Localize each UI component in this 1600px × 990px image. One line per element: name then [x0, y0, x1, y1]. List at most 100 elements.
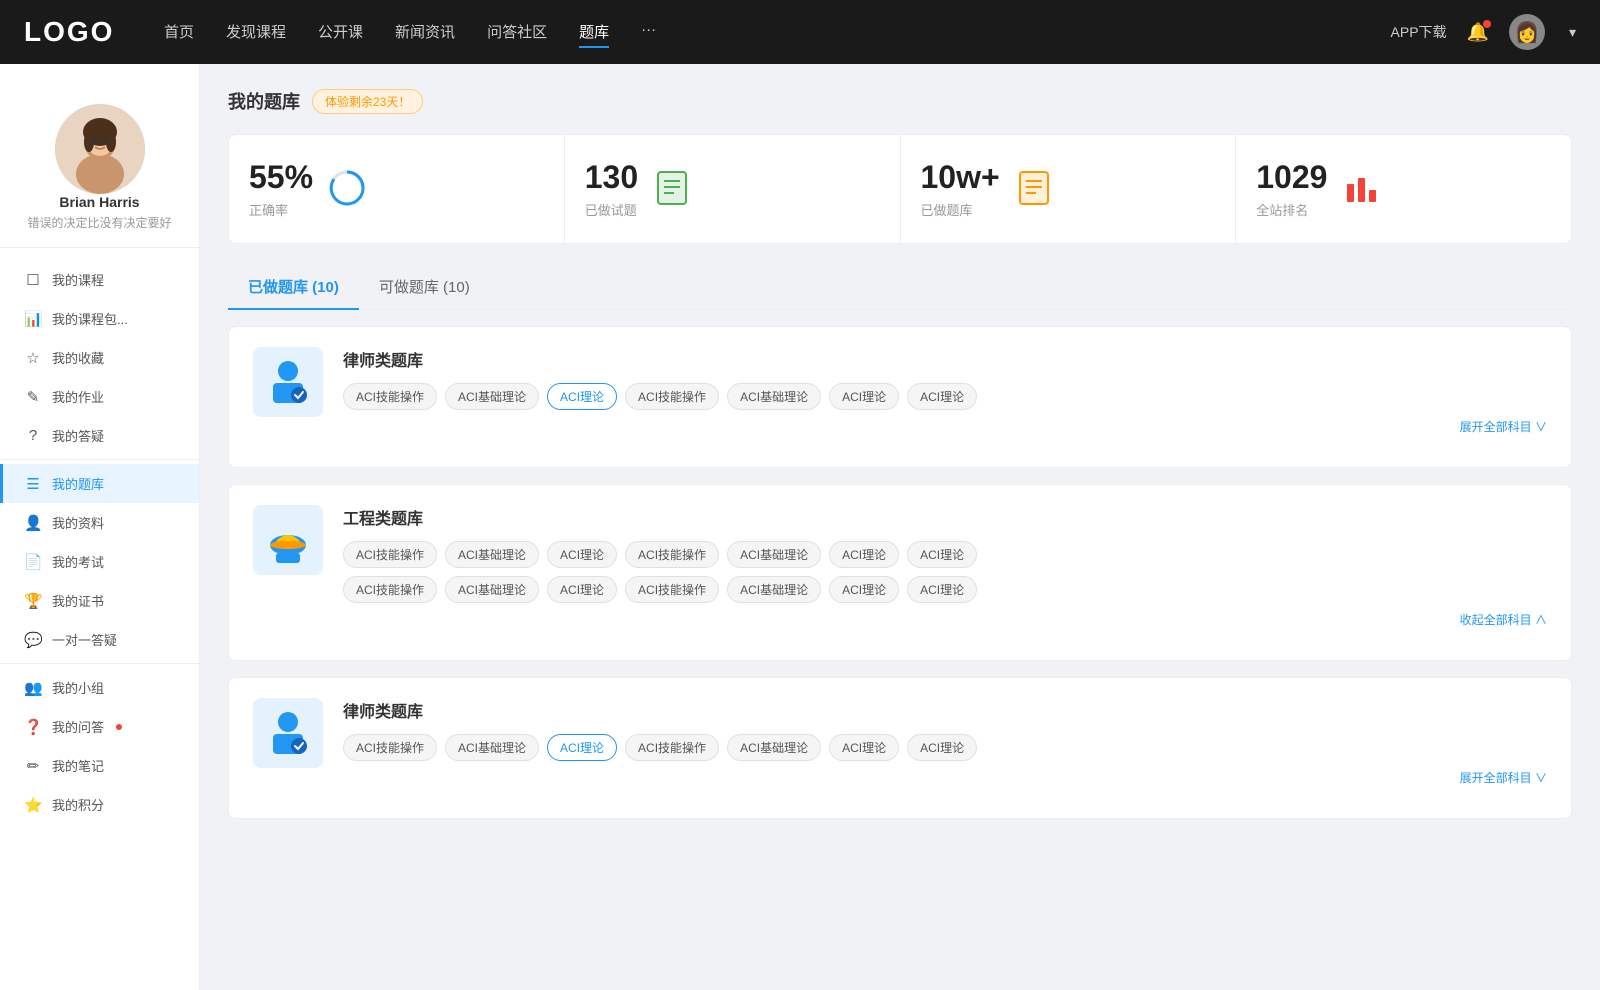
nav-opencourse[interactable]: 公开课: [318, 17, 363, 48]
nav-more[interactable]: ···: [641, 17, 656, 48]
tab-row: 已做题库 (10) 可做题库 (10): [228, 264, 1572, 310]
nav-quizbank[interactable]: 题库: [579, 17, 609, 48]
sidebar-item-5[interactable]: ☰ 我的题库: [0, 464, 199, 503]
sidebar-item-10[interactable]: 👥 我的小组: [0, 668, 199, 707]
tag[interactable]: ACI理论: [907, 576, 977, 603]
quiz-card-1-title: 律师类题库: [343, 347, 1547, 371]
stat-rank-value: 1029: [1256, 159, 1327, 196]
nav-home[interactable]: 首页: [164, 17, 194, 48]
tag[interactable]: ACI基础理论: [727, 576, 821, 603]
quiz-card-2-collapse[interactable]: 收起全部科目 ∧: [343, 611, 1547, 628]
stat-done-questions-content: 130 已做试题: [585, 159, 638, 219]
sidebar-item-9[interactable]: 💬 一对一答疑: [0, 620, 199, 659]
menu-icon-3: ✎: [24, 388, 42, 406]
sidebar-item-7[interactable]: 📄 我的考试: [0, 542, 199, 581]
menu-icon-11: ❓: [24, 718, 42, 736]
sidebar-item-4[interactable]: ? 我的答疑: [0, 416, 199, 455]
tag[interactable]: ACI技能操作: [625, 576, 719, 603]
tag[interactable]: ACI基础理论: [727, 734, 821, 761]
tag[interactable]: ACI基础理论: [445, 383, 539, 410]
tag[interactable]: ACI技能操作: [343, 734, 437, 761]
quiz-card-2-icon: [253, 505, 323, 575]
sidebar-menu: ☐ 我的课程 📊 我的课程包... ☆ 我的收藏 ✎ 我的作业 ? 我的答疑 ☰…: [0, 256, 199, 828]
tag[interactable]: ACI理论: [829, 576, 899, 603]
sidebar-item-8[interactable]: 🏆 我的证书: [0, 581, 199, 620]
sidebar-item-2[interactable]: ☆ 我的收藏: [0, 338, 199, 377]
stat-done-questions: 130 已做试题: [565, 135, 901, 243]
tag[interactable]: ACI基础理论: [445, 734, 539, 761]
menu-icon-10: 👥: [24, 679, 42, 697]
tag[interactable]: ACI理论: [829, 383, 899, 410]
menu-label-13: 我的积分: [52, 795, 104, 814]
nav-links: 首页 发现课程 公开课 新闻资讯 问答社区 题库 ···: [164, 17, 1391, 48]
menu-label-1: 我的课程包...: [52, 309, 128, 328]
menu-icon-0: ☐: [24, 271, 42, 289]
quiz-card-2-tags-row2: ACI技能操作 ACI基础理论 ACI理论 ACI技能操作 ACI基础理论 AC…: [343, 576, 1547, 603]
tag[interactable]: ACI理论: [907, 734, 977, 761]
menu-label-5: 我的题库: [52, 474, 104, 493]
stat-done-banks: 10w+ 已做题库: [901, 135, 1237, 243]
quiz-card-1-expand[interactable]: 展开全部科目 ∨: [343, 418, 1547, 435]
sidebar-item-6[interactable]: 👤 我的资料: [0, 503, 199, 542]
stat-rank-icon: [1343, 170, 1379, 209]
tag[interactable]: ACI理论: [829, 541, 899, 568]
tag[interactable]: ACI理论: [907, 383, 977, 410]
menu-icon-8: 🏆: [24, 592, 42, 610]
tag[interactable]: ACI基础理论: [727, 383, 821, 410]
tab-available[interactable]: 可做题库 (10): [359, 264, 490, 309]
tag[interactable]: ACI理论: [547, 541, 617, 568]
tag[interactable]: ACI理论: [829, 734, 899, 761]
nav-news[interactable]: 新闻资讯: [395, 17, 455, 48]
tag-active[interactable]: ACI理论: [547, 734, 617, 761]
tag[interactable]: ACI基础理论: [445, 576, 539, 603]
quiz-card-1-header: 律师类题库 ACI技能操作 ACI基础理论 ACI理论 ACI技能操作 ACI基…: [253, 347, 1547, 435]
quiz-card-2: 工程类题库 ACI技能操作 ACI基础理论 ACI理论 ACI技能操作 ACI基…: [228, 484, 1572, 661]
menu-label-6: 我的资料: [52, 513, 104, 532]
quiz-card-3-icon: [253, 698, 323, 768]
stat-done-banks-content: 10w+ 已做题库: [921, 159, 1000, 219]
quiz-card-3-tags: ACI技能操作 ACI基础理论 ACI理论 ACI技能操作 ACI基础理论 AC…: [343, 734, 1547, 761]
notification-dot: [1483, 20, 1491, 28]
app-download-link[interactable]: APP下载: [1391, 22, 1447, 42]
quiz-cards-container: 律师类题库 ACI技能操作 ACI基础理论 ACI理论 ACI技能操作 ACI基…: [228, 326, 1572, 819]
user-dropdown-arrow[interactable]: ▾: [1569, 24, 1576, 41]
tag[interactable]: ACI技能操作: [625, 541, 719, 568]
stats-row: 55% 正确率 130 已做试题: [228, 134, 1572, 244]
tag[interactable]: ACI理论: [907, 541, 977, 568]
tag[interactable]: ACI技能操作: [625, 383, 719, 410]
notification-bell[interactable]: 🔔: [1467, 22, 1489, 43]
tag-active[interactable]: ACI理论: [547, 383, 617, 410]
menu-icon-2: ☆: [24, 349, 42, 367]
sidebar-item-1[interactable]: 📊 我的课程包...: [0, 299, 199, 338]
tag[interactable]: ACI技能操作: [625, 734, 719, 761]
tab-done[interactable]: 已做题库 (10): [228, 264, 359, 309]
profile-motto: 错误的决定比没有决定要好: [27, 214, 171, 231]
sidebar-item-12[interactable]: ✏ 我的笔记: [0, 746, 199, 785]
logo: LOGO: [24, 16, 124, 48]
stat-done-questions-icon: [654, 170, 690, 209]
tag[interactable]: ACI技能操作: [343, 576, 437, 603]
tag[interactable]: ACI理论: [547, 576, 617, 603]
tag[interactable]: ACI技能操作: [343, 541, 437, 568]
tag[interactable]: ACI技能操作: [343, 383, 437, 410]
sidebar-item-3[interactable]: ✎ 我的作业: [0, 377, 199, 416]
menu-label-12: 我的笔记: [52, 756, 104, 775]
user-avatar[interactable]: 👩: [1509, 14, 1545, 50]
stat-rank-label: 全站排名: [1256, 200, 1327, 219]
sidebar: Brian Harris 错误的决定比没有决定要好 ☐ 我的课程 📊 我的课程包…: [0, 64, 200, 990]
menu-icon-4: ?: [24, 427, 42, 444]
stat-accuracy-icon: [329, 170, 365, 209]
menu-label-11: 我的问答: [52, 717, 104, 736]
tag[interactable]: ACI基础理论: [445, 541, 539, 568]
nav-qa[interactable]: 问答社区: [487, 17, 547, 48]
sidebar-item-11[interactable]: ❓ 我的问答: [0, 707, 199, 746]
sidebar-item-0[interactable]: ☐ 我的课程: [0, 260, 199, 299]
quiz-card-3-expand[interactable]: 展开全部科目 ∨: [343, 769, 1547, 786]
sidebar-item-13[interactable]: ⭐ 我的积分: [0, 785, 199, 824]
menu-label-4: 我的答疑: [52, 426, 104, 445]
stat-rank-content: 1029 全站排名: [1256, 159, 1327, 219]
tag[interactable]: ACI基础理论: [727, 541, 821, 568]
quiz-card-3-header: 律师类题库 ACI技能操作 ACI基础理论 ACI理论 ACI技能操作 ACI基…: [253, 698, 1547, 786]
nav-discover[interactable]: 发现课程: [226, 17, 286, 48]
menu-icon-7: 📄: [24, 553, 42, 571]
